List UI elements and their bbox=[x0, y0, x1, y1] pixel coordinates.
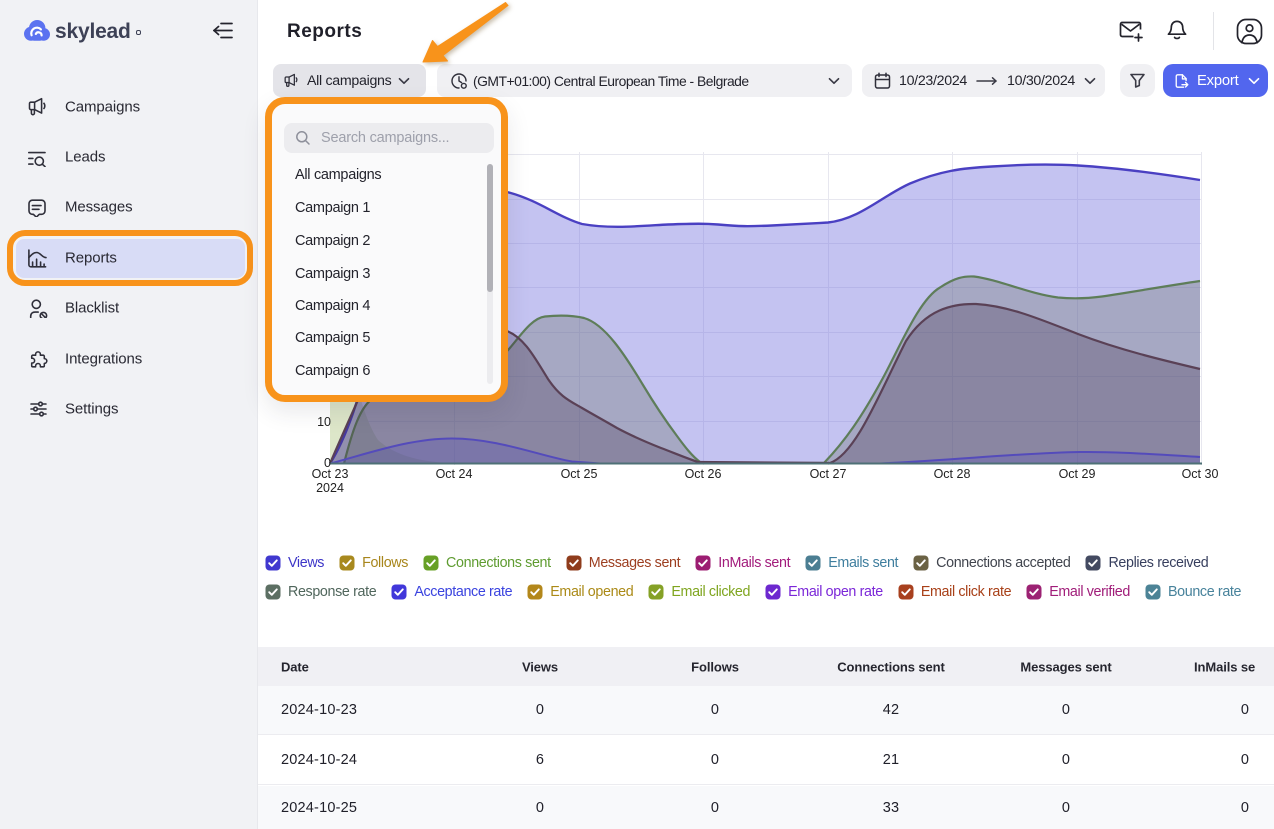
svg-text:Oct 24: Oct 24 bbox=[436, 467, 473, 481]
svg-text:Oct 29: Oct 29 bbox=[1059, 467, 1096, 481]
svg-text:Oct 27: Oct 27 bbox=[810, 467, 847, 481]
svg-text:Oct 23: Oct 23 bbox=[312, 467, 349, 481]
svg-text:Oct 28: Oct 28 bbox=[934, 467, 971, 481]
svg-text:2024: 2024 bbox=[316, 481, 344, 495]
svg-text:10: 10 bbox=[317, 415, 331, 429]
svg-text:Oct 26: Oct 26 bbox=[685, 467, 722, 481]
svg-text:Oct 25: Oct 25 bbox=[561, 467, 598, 481]
svg-text:Oct 30: Oct 30 bbox=[1182, 467, 1219, 481]
